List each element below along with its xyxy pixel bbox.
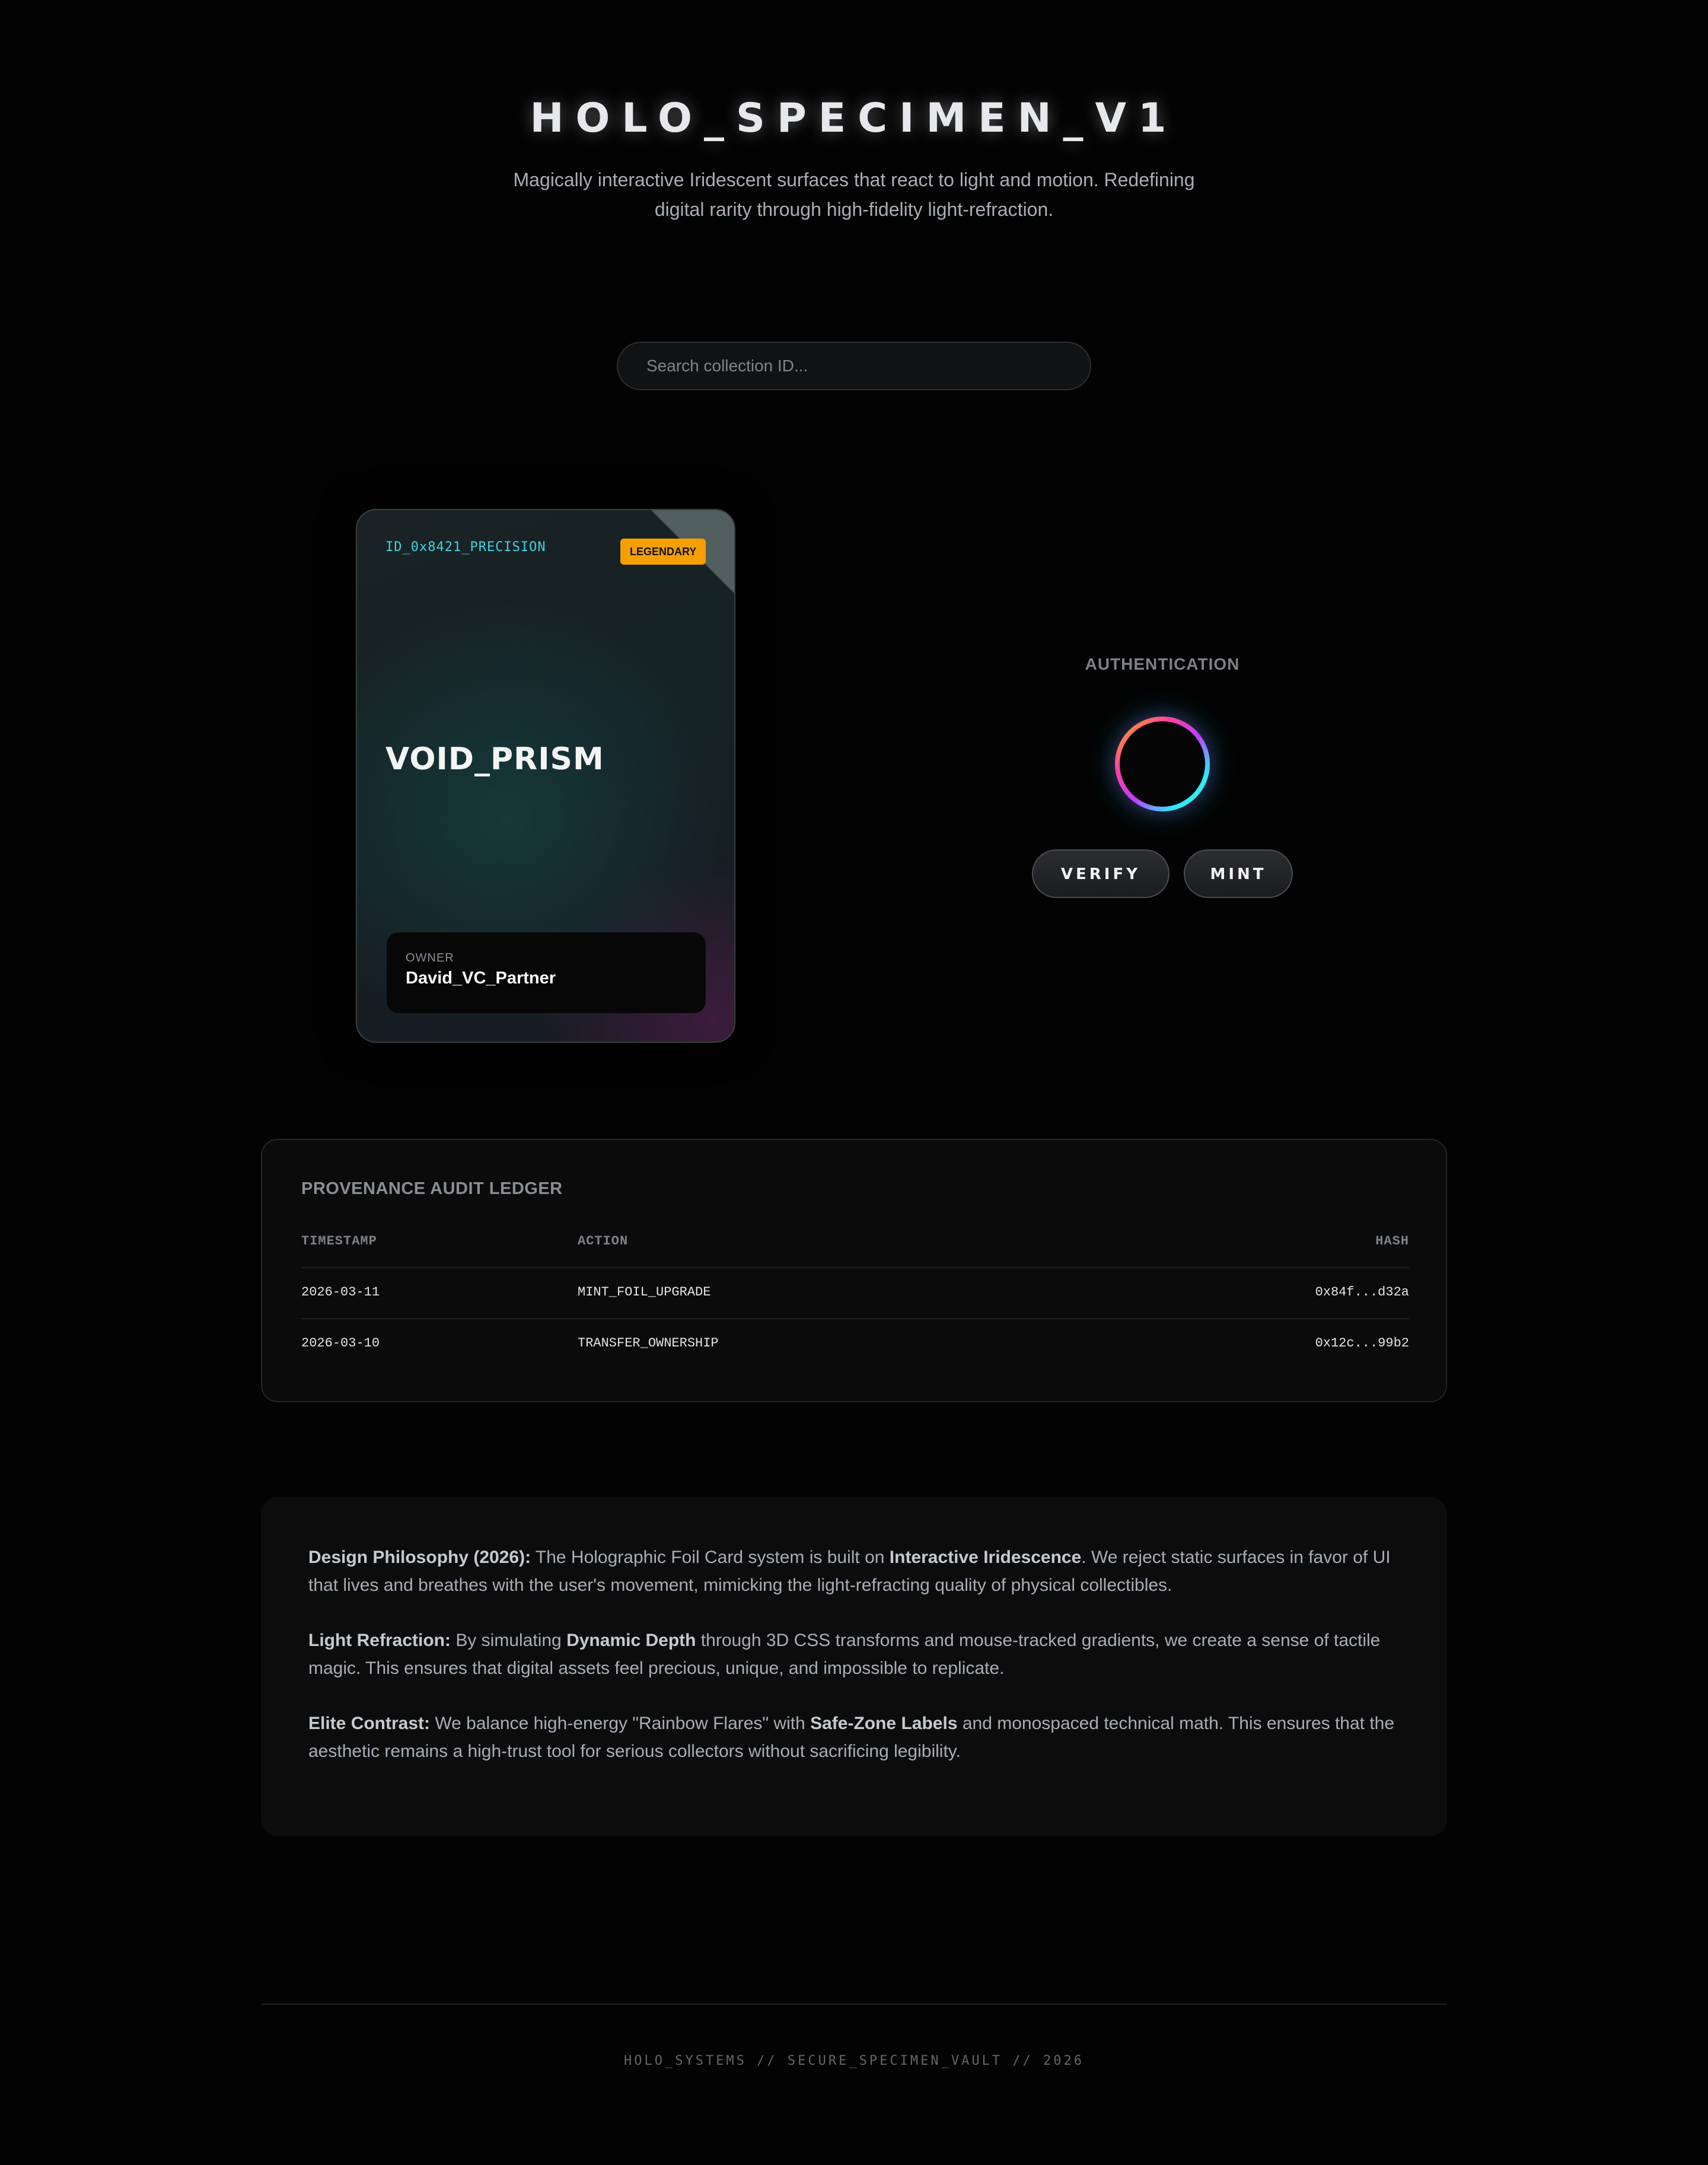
verify-button[interactable]: VERIFY: [1032, 849, 1170, 898]
owner-name: David_VC_Partner: [406, 969, 556, 988]
para-lead: Design Philosophy (2026):: [308, 1548, 531, 1567]
philosophy-paragraph: Light Refraction: By simulating Dynamic …: [308, 1626, 1400, 1682]
footer-text: HOLO_SYSTEMS // SECURE_SPECIMEN_VAULT //…: [623, 2053, 1085, 2068]
para-text: We balance high-energy "Rainbow Flares" …: [430, 1714, 811, 1733]
search-input[interactable]: [617, 342, 1091, 390]
owner-label: OWNER: [406, 951, 454, 964]
para-emphasis: Dynamic Depth: [566, 1631, 696, 1650]
footer-divider: [261, 2004, 1447, 2005]
para-text: The Holographic Foil Card system is buil…: [531, 1548, 890, 1567]
para-emphasis: Safe-Zone Labels: [810, 1714, 958, 1733]
provenance-ledger: PROVENANCE AUDIT LEDGER TIMESTAMP ACTION…: [261, 1139, 1447, 1402]
specimen-card[interactable]: ID_0x8421_PRECISION LEGENDARY VOID_PRISM…: [356, 509, 735, 1043]
owner-panel: OWNER David_VC_Partner: [387, 932, 706, 1013]
row-hash: 0x12c...99b2: [1315, 1336, 1409, 1351]
page-title: HOLO_SPECIMEN_V1: [530, 95, 1178, 142]
authentication-label: AUTHENTICATION: [1085, 655, 1240, 673]
ledger-title: PROVENANCE AUDIT LEDGER: [301, 1179, 563, 1198]
para-emphasis: Interactive Iridescence: [889, 1548, 1082, 1567]
column-header-timestamp: TIMESTAMP: [301, 1234, 377, 1249]
card-id: ID_0x8421_PRECISION: [385, 540, 546, 555]
page: HOLO_SPECIMEN_V1 Magically interactive I…: [0, 0, 1708, 2165]
page-subtitle: Magically interactive Iridescent surface…: [513, 169, 1195, 220]
table-row: 2026-03-10 TRANSFER_OWNERSHIP 0x12c...99…: [301, 1318, 1409, 1370]
card-name: VOID_PRISM: [385, 741, 604, 777]
design-philosophy-panel: Design Philosophy (2026): The Holographi…: [261, 1497, 1447, 1836]
mint-button[interactable]: MINT: [1184, 849, 1293, 898]
row-timestamp: 2026-03-11: [301, 1285, 380, 1300]
row-hash: 0x84f...d32a: [1315, 1285, 1409, 1300]
iridescent-ring-icon: [1115, 717, 1210, 811]
row-action: MINT_FOIL_UPGRADE: [578, 1285, 711, 1300]
ledger-header-row: TIMESTAMP ACTION HASH: [301, 1221, 1409, 1267]
column-header-hash: HASH: [1375, 1234, 1409, 1249]
row-timestamp: 2026-03-10: [301, 1336, 380, 1351]
philosophy-paragraph: Elite Contrast: We balance high-energy "…: [308, 1709, 1400, 1765]
row-action: TRANSFER_OWNERSHIP: [578, 1336, 719, 1351]
philosophy-paragraph: Design Philosophy (2026): The Holographi…: [308, 1543, 1400, 1599]
table-row: 2026-03-11 MINT_FOIL_UPGRADE 0x84f...d32…: [301, 1267, 1409, 1319]
para-lead: Light Refraction:: [308, 1631, 451, 1650]
para-text: By simulating: [451, 1631, 567, 1650]
para-lead: Elite Contrast:: [308, 1714, 431, 1733]
column-header-action: ACTION: [578, 1234, 629, 1249]
rarity-badge: LEGENDARY: [620, 539, 706, 565]
